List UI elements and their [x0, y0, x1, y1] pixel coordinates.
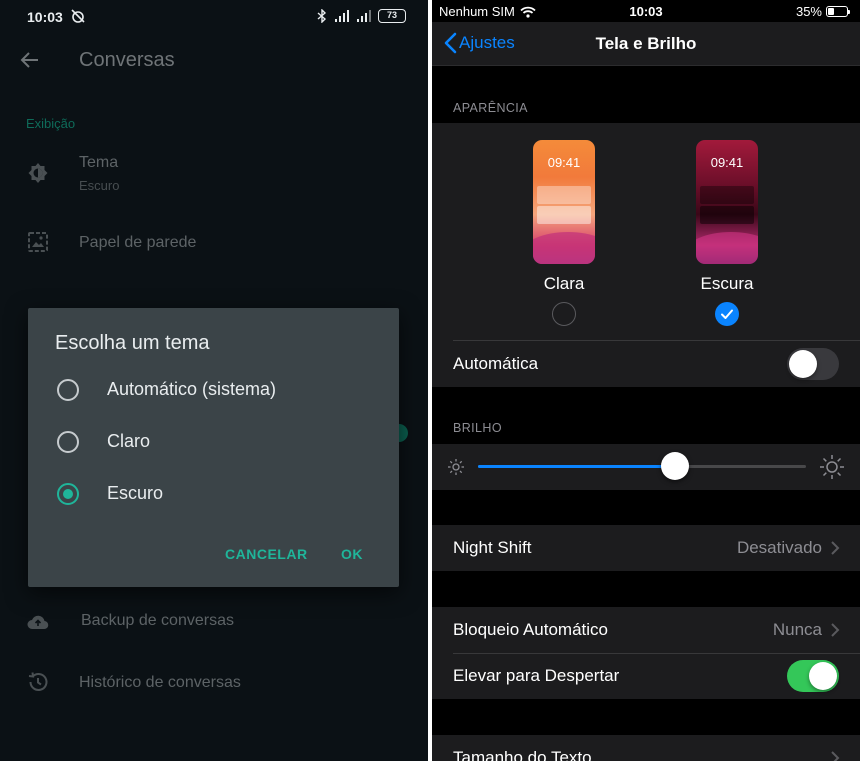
battery-icon: 73: [378, 9, 406, 23]
backup-title: Backup de conversas: [81, 612, 234, 629]
historico-title: Histórico de conversas: [79, 674, 241, 691]
escura-radio-selected[interactable]: [715, 302, 739, 326]
battery-icon: [826, 6, 850, 17]
battery: 35%: [795, 4, 850, 19]
auto-lock-row[interactable]: Bloqueio Automático Nunca: [432, 607, 860, 653]
chevron-right-icon: [831, 623, 840, 637]
raise-to-wake-label: Elevar para Despertar: [453, 666, 620, 685]
radio-automatico[interactable]: [57, 379, 79, 401]
wallpaper-wave: [696, 232, 758, 264]
battery-percent: 35%: [795, 4, 822, 19]
tema-subtitle: Escuro: [79, 178, 120, 193]
status-time: 10:03: [27, 9, 63, 25]
sun-large-icon: [820, 455, 844, 479]
brilho-header: BRILHO: [453, 421, 502, 435]
setting-row-historico[interactable]: Histórico de conversas: [0, 660, 428, 708]
wallpaper-icon: [28, 232, 48, 252]
toggle-knob: [789, 350, 817, 378]
option-claro[interactable]: Claro: [28, 418, 399, 466]
widget-placeholder: [700, 206, 754, 224]
dark-mode-preview[interactable]: 09:41: [696, 140, 758, 264]
cloud-upload-icon: [27, 615, 49, 630]
toggle-knob: [809, 662, 837, 690]
brightness-thumb[interactable]: [660, 452, 689, 480]
back-arrow-icon[interactable]: [18, 48, 42, 72]
dialog-title: Escolha um tema: [55, 332, 210, 354]
option-automatico[interactable]: Automático (sistema): [28, 366, 399, 414]
android-status-bar: 10:03 73: [0, 0, 428, 32]
text-size-group: Tamanho do Texto: [432, 735, 860, 761]
setting-row-backup[interactable]: Backup de conversas: [0, 598, 428, 646]
status-icons: 73: [316, 9, 406, 23]
light-mode-preview[interactable]: 09:41: [533, 140, 595, 264]
text-size-label: Tamanho do Texto: [453, 748, 592, 761]
page-title: Conversas: [79, 49, 175, 71]
radio-claro[interactable]: [57, 431, 79, 453]
brightness-fill: [478, 465, 675, 468]
auto-lock-label: Bloqueio Automático: [453, 620, 608, 639]
navigation-bar: Ajustes Tela e Brilho: [432, 22, 860, 66]
wallpaper-wave: [533, 232, 595, 264]
ios-status-bar: Nenhum SIM 10:03 35%: [432, 0, 860, 22]
checkmark-icon: [721, 309, 733, 319]
tema-title: Tema: [79, 154, 119, 171]
signal-icon: [335, 10, 349, 22]
widget-placeholder: [537, 186, 591, 204]
automatica-row: Automática: [432, 341, 860, 387]
widget-placeholder: [700, 186, 754, 204]
page-title: Tela e Brilho: [595, 34, 697, 53]
raise-to-wake-row: Elevar para Despertar: [432, 653, 860, 699]
option-label: Escuro: [107, 483, 164, 503]
setting-row-papel-de-parede[interactable]: Papel de parede: [0, 220, 428, 268]
clara-label: Clara: [543, 274, 585, 293]
papel-title: Papel de parede: [79, 234, 197, 251]
escura-label: Escura: [700, 274, 754, 293]
app-bar: Conversas: [0, 32, 428, 88]
chevron-right-icon: [831, 541, 840, 555]
cancel-button[interactable]: CANCELAR: [225, 546, 308, 562]
ok-button[interactable]: OK: [341, 546, 363, 562]
night-shift-label: Night Shift: [453, 538, 532, 557]
option-label: Automático (sistema): [107, 379, 277, 399]
signal-icon-2: [357, 10, 371, 22]
night-shift-group: Night Shift Desativado: [432, 525, 860, 571]
alarm-off-icon: [71, 9, 85, 23]
text-size-row[interactable]: Tamanho do Texto: [432, 735, 860, 761]
lock-group: Bloqueio Automático Nunca Elevar para De…: [432, 607, 860, 699]
theme-dialog: Escolha um tema Automático (sistema) Cla…: [28, 308, 399, 587]
clara-radio[interactable]: [552, 302, 576, 326]
section-header-exibicao: Exibição: [26, 116, 76, 131]
raise-to-wake-toggle[interactable]: [787, 660, 839, 692]
night-shift-value: Desativado: [736, 538, 822, 557]
history-icon: [28, 672, 48, 691]
night-shift-row[interactable]: Night Shift Desativado: [432, 525, 860, 571]
ios-display-settings-screen: Nenhum SIM 10:03 35% Ajustes Tela e Bril…: [432, 0, 860, 761]
option-escuro[interactable]: Escuro: [28, 470, 399, 518]
automatica-label: Automática: [453, 354, 539, 373]
appearance-header: APARÊNCIA: [453, 101, 528, 115]
automatica-toggle[interactable]: [787, 348, 839, 380]
bluetooth-icon: [317, 9, 327, 23]
android-whatsapp-screen: 10:03 73 Conversas Exibição Tema Escuro …: [0, 0, 428, 761]
preview-time: 09:41: [547, 155, 581, 170]
chevron-right-icon: [831, 751, 840, 761]
preview-time: 09:41: [710, 155, 744, 170]
radio-escuro-selected[interactable]: [57, 483, 79, 505]
theme-icon: [28, 163, 48, 183]
sun-small-icon: [448, 459, 464, 475]
widget-placeholder: [537, 206, 591, 224]
brightness-slider[interactable]: [478, 452, 806, 480]
setting-row-tema[interactable]: Tema Escuro: [0, 150, 428, 206]
option-label: Claro: [107, 431, 151, 451]
auto-lock-value: Nunca: [772, 620, 822, 639]
